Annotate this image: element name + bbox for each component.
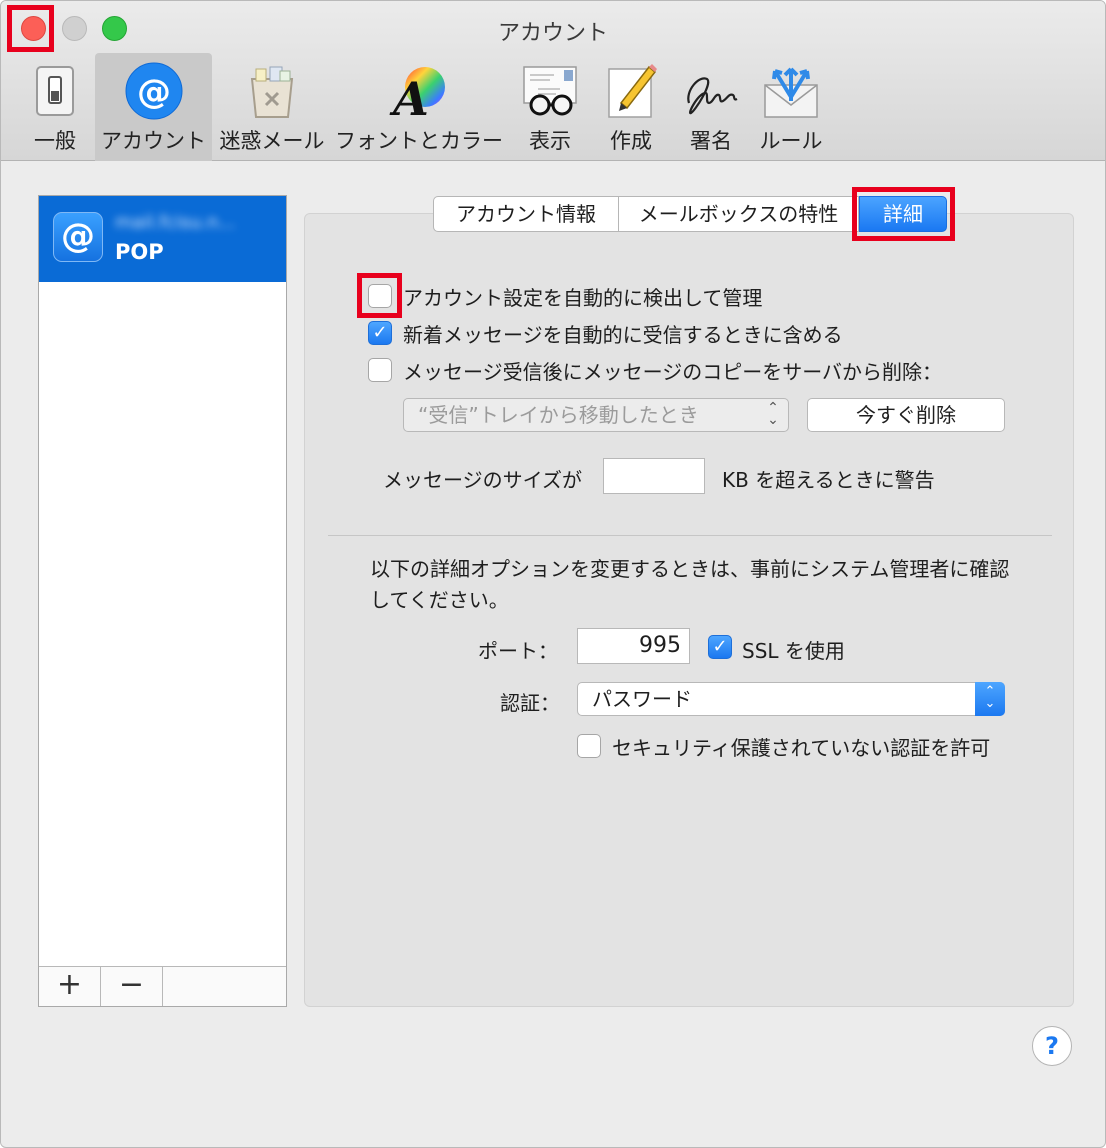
- toolbar-rules[interactable]: ルール: [749, 53, 833, 161]
- remove-copy-checkbox[interactable]: [368, 358, 392, 382]
- include-new-label: 新着メッセージを自動的に受信するときに含める: [403, 323, 843, 347]
- ssl-checkbox[interactable]: ✓: [708, 635, 732, 659]
- toolbar-fonts-colors-label: フォントとカラー: [335, 129, 503, 153]
- svg-text:A: A: [389, 72, 429, 121]
- rules-envelope-icon: [764, 67, 818, 118]
- svg-text:@: @: [137, 72, 171, 112]
- font-color-icon: A: [389, 67, 445, 121]
- remove-when-popup[interactable]: “受信”トレイから移動したとき ⌃ ⌄: [403, 398, 789, 432]
- remove-copy-label: メッセージ受信後にメッセージのコピーをサーバから削除：: [403, 360, 942, 384]
- updown-chevron-icon: ⌃ ⌄: [767, 400, 779, 428]
- toolbar-accounts[interactable]: @ アカウント: [95, 53, 212, 161]
- toolbar-composing-label: 作成: [610, 129, 652, 153]
- advanced-tab-highlight-box: [852, 187, 955, 241]
- auto-detect-label: アカウント設定を自動的に検出して管理: [403, 286, 763, 310]
- envelope-glasses-icon: [523, 66, 577, 116]
- trash-icon: [250, 66, 294, 118]
- toolbar-accounts-label: アカウント: [101, 129, 206, 153]
- toolbar-signatures-label: 署名: [690, 129, 732, 153]
- auth-popup[interactable]: パスワード ⌃ ⌄: [577, 682, 1005, 716]
- toolbar-viewing[interactable]: 表示: [510, 53, 590, 161]
- remove-when-value: “受信”トレイから移動したとき: [418, 403, 699, 427]
- ssl-label: SSL を使用: [742, 639, 845, 663]
- insecure-auth-checkbox[interactable]: [577, 734, 601, 758]
- account-list-item[interactable]: @ mail.fcisu.n... POP: [39, 196, 286, 282]
- toolbar-signatures[interactable]: 署名: [671, 53, 751, 161]
- size-warning-field[interactable]: [603, 458, 705, 494]
- toolbar-general-label: 一般: [34, 129, 76, 153]
- tab-mailbox-behaviors[interactable]: メールボックスの特性: [618, 196, 859, 232]
- at-icon: @: [125, 62, 182, 120]
- auth-label: 認証：: [500, 691, 560, 715]
- remove-account-button[interactable]: −: [101, 967, 163, 1006]
- toolbar-rules-label: ルール: [759, 129, 823, 153]
- toolbar-junk-label: 迷惑メール: [219, 129, 325, 153]
- toolbar-junk[interactable]: 迷惑メール: [214, 53, 330, 161]
- signature-icon: [687, 77, 738, 115]
- port-label: ポート：: [478, 639, 558, 663]
- at-icon: @: [53, 212, 103, 262]
- switch-icon: [36, 66, 74, 116]
- size-warning-prefix: メッセージのサイズが: [383, 468, 582, 492]
- add-account-button[interactable]: +: [39, 967, 101, 1006]
- preferences-window: アカウント 一般 @ アカウント 迷惑メール A フォントとカラー 表示 作成 …: [0, 0, 1106, 1148]
- pencil-paper-icon: [608, 64, 657, 118]
- toolbar-composing[interactable]: 作成: [591, 53, 671, 161]
- include-new-checkbox[interactable]: ✓: [368, 321, 392, 345]
- window-title: アカウント: [497, 21, 608, 46]
- advanced-note: 以下の詳細オプションを変更するときは、事前にシステム管理者に確認してください。: [370, 557, 1010, 612]
- size-warning-suffix: KB を超えるときに警告: [722, 468, 935, 492]
- insecure-auth-label: セキュリティ保護されていない認証を許可: [612, 736, 991, 760]
- remove-now-button[interactable]: 今すぐ削除: [807, 398, 1005, 432]
- toolbar-viewing-label: 表示: [529, 129, 571, 153]
- auth-value: パスワード: [592, 687, 692, 711]
- account-name: mail.fcisu.n...: [115, 212, 236, 233]
- auto-detect-highlight-box: [357, 273, 402, 318]
- updown-chevron-icon: ⌃ ⌄: [975, 682, 1005, 716]
- section-divider: [328, 535, 1052, 536]
- account-type: POP: [115, 240, 164, 264]
- title-toolbar: アカウント 一般 @ アカウント 迷惑メール A フォントとカラー 表示 作成 …: [1, 1, 1105, 161]
- toolbar-general[interactable]: 一般: [15, 53, 95, 161]
- toolbar-fonts-colors[interactable]: A フォントとカラー: [333, 53, 505, 161]
- port-field[interactable]: 995: [577, 628, 690, 664]
- tab-account-info[interactable]: アカウント情報: [433, 196, 619, 232]
- help-button[interactable]: ?: [1032, 1026, 1072, 1066]
- account-list-toolbar: + −: [39, 966, 286, 1006]
- account-list: @ mail.fcisu.n... POP + −: [38, 195, 287, 1007]
